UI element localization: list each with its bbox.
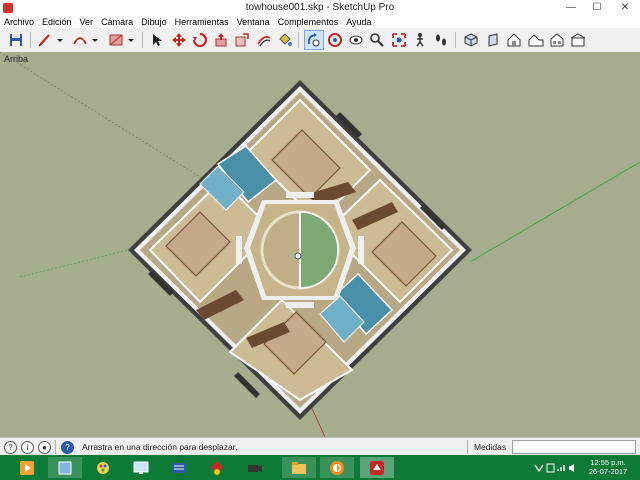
- menu-archivo[interactable]: Archivo: [0, 16, 38, 28]
- user-icon[interactable]: ●: [38, 441, 51, 454]
- rectangle-dropdown-chevron-down-icon[interactable]: [126, 31, 136, 49]
- menu-edicion[interactable]: Edición: [38, 16, 76, 28]
- top-view-icon[interactable]: [484, 31, 502, 49]
- title-bar: towhouse001.skp - SketchUp Pro — ☐ ✕: [0, 0, 640, 16]
- look-around-icon[interactable]: [347, 31, 365, 49]
- maximize-button[interactable]: ☐: [584, 0, 610, 16]
- system-tray[interactable]: [533, 461, 577, 475]
- paint-icon[interactable]: [86, 457, 120, 478]
- pencil-icon[interactable]: [36, 31, 54, 49]
- menu-ventana[interactable]: Ventana: [233, 16, 274, 28]
- taskbar: 12:55 p.m. 26-07-2017: [0, 455, 640, 480]
- recorder-icon[interactable]: [238, 457, 272, 478]
- scale-icon[interactable]: [233, 31, 251, 49]
- firefox-icon[interactable]: [320, 457, 354, 478]
- display-settings-icon[interactable]: [124, 457, 158, 478]
- menu-dibujo[interactable]: Dibujo: [137, 16, 171, 28]
- move-icon[interactable]: [170, 31, 188, 49]
- footprint-icon[interactable]: [432, 31, 450, 49]
- paint-bucket-icon[interactable]: [276, 31, 294, 49]
- pencil-dropdown-chevron-down-icon[interactable]: [55, 31, 65, 49]
- sketchup-icon[interactable]: [360, 457, 394, 478]
- arc-dropdown-chevron-down-icon[interactable]: [90, 31, 100, 49]
- minimize-button[interactable]: —: [558, 0, 584, 16]
- rotate-icon[interactable]: [191, 31, 209, 49]
- status-message: Arrastra en una dirección para desplazar…: [82, 442, 238, 452]
- zoom-icon[interactable]: [368, 31, 386, 49]
- clock-time: 12:55 p.m.: [590, 458, 626, 467]
- system-clock[interactable]: 12:55 p.m. 26-07-2017: [580, 458, 636, 476]
- floor-plan-model: [0, 52, 640, 437]
- zoom-extents-icon[interactable]: [390, 31, 408, 49]
- clock-date: 26-07-2017: [588, 467, 628, 476]
- window-title: towhouse001.skp - SketchUp Pro: [245, 2, 395, 13]
- front-view-icon[interactable]: [505, 31, 523, 49]
- network-icon[interactable]: [162, 457, 196, 478]
- rectangle-icon[interactable]: [107, 31, 125, 49]
- pan-icon[interactable]: [326, 31, 344, 49]
- select-icon[interactable]: [148, 31, 166, 49]
- geo-location-icon[interactable]: ?: [4, 441, 17, 454]
- house-left-icon[interactable]: [569, 31, 587, 49]
- measurements-label: Medidas: [474, 442, 507, 452]
- file-explorer-icon[interactable]: [282, 457, 316, 478]
- credits-icon[interactable]: i: [21, 441, 34, 454]
- walk-icon[interactable]: [411, 31, 429, 49]
- documents-icon[interactable]: [48, 457, 82, 478]
- arc-icon[interactable]: [71, 31, 89, 49]
- menu-complementos[interactable]: Complementos: [274, 16, 343, 28]
- house-back-icon[interactable]: [548, 31, 566, 49]
- media-player-icon[interactable]: [10, 457, 44, 478]
- house-right-icon[interactable]: [527, 31, 545, 49]
- iso-view-icon[interactable]: [462, 31, 480, 49]
- help-icon[interactable]: ?: [61, 441, 74, 454]
- menu-ver[interactable]: Ver: [76, 16, 98, 28]
- measurements-input[interactable]: [512, 440, 636, 454]
- ruby-icon[interactable]: [200, 457, 234, 478]
- status-bar: ? i ● ? Arrastra en una dirección para d…: [0, 437, 640, 456]
- close-button[interactable]: ✕: [610, 0, 640, 16]
- menu-camara[interactable]: Cámara: [97, 16, 137, 28]
- menu-bar: Archivo Edición Ver Cámara Dibujo Herram…: [0, 16, 640, 28]
- pushpull-icon[interactable]: [212, 31, 230, 49]
- view-label: Arriba: [4, 54, 29, 64]
- model-viewport[interactable]: Arriba: [0, 52, 640, 437]
- menu-herramientas[interactable]: Herramientas: [171, 16, 233, 28]
- save-icon[interactable]: [7, 31, 25, 49]
- offset-icon[interactable]: [255, 31, 273, 49]
- main-toolbar: [0, 28, 640, 53]
- orbit-icon[interactable]: [304, 30, 324, 50]
- menu-ayuda[interactable]: Ayuda: [342, 16, 375, 28]
